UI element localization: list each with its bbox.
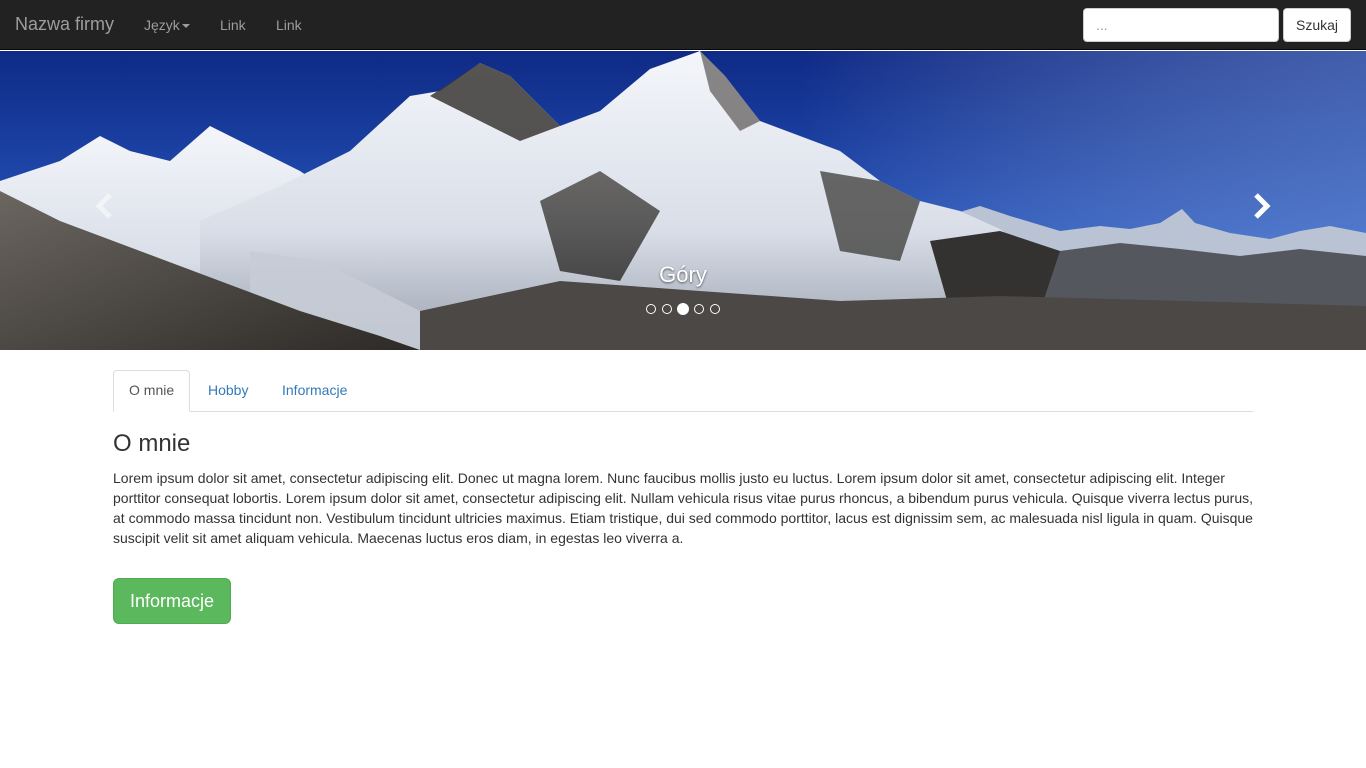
language-dropdown[interactable]: Język	[144, 17, 190, 33]
section-paragraph: Lorem ipsum dolor sit amet, consectetur …	[113, 470, 1253, 546]
tab-o-mnie[interactable]: O mnie	[113, 370, 191, 412]
carousel-next-control[interactable]	[1246, 191, 1276, 221]
nav-link-2[interactable]: Link	[276, 17, 302, 33]
carousel-prev-control[interactable]	[90, 191, 120, 221]
chevron-right-icon	[1254, 193, 1271, 219]
carousel-caption: Góry	[659, 262, 707, 287]
carousel-indicator-active[interactable]	[677, 303, 689, 315]
carousel-indicator[interactable]	[646, 304, 656, 314]
section-heading: O mnie	[113, 430, 191, 457]
top-navbar: Nazwa firmy Język Link Link Szukaj	[0, 0, 1366, 50]
nav-link-1[interactable]: Link	[220, 17, 246, 33]
carousel-indicator[interactable]	[662, 304, 672, 314]
tab-hobby[interactable]: Hobby	[193, 370, 263, 412]
caret-down-icon	[181, 24, 190, 29]
informacje-button[interactable]: Informacje	[113, 578, 231, 624]
language-dropdown-label: Język	[144, 17, 180, 33]
search-input[interactable]	[1083, 8, 1279, 42]
tab-informacje[interactable]: Informacje	[267, 370, 362, 412]
content-tabs: O mnie Hobby Informacje	[113, 370, 1253, 412]
search-button[interactable]: Szukaj	[1283, 8, 1351, 42]
carousel-indicator[interactable]	[694, 304, 704, 314]
carousel-indicator[interactable]	[710, 304, 720, 314]
image-carousel: Góry	[0, 51, 1366, 350]
brand-link[interactable]: Nazwa firmy	[15, 14, 114, 35]
chevron-left-icon	[95, 193, 112, 219]
